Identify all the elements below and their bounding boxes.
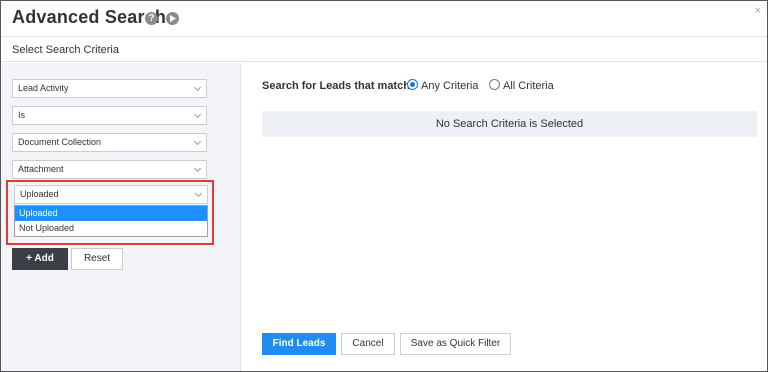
results-panel: Search for Leads that match Any Criteria… — [242, 63, 767, 371]
option-uploaded[interactable]: Uploaded — [15, 206, 207, 221]
dialog-header: Advanced Search ? × — [1, 1, 767, 37]
operator-select-value: Is — [18, 110, 26, 120]
all-criteria-label[interactable]: All Criteria — [503, 80, 554, 92]
highlight-box: Uploaded Uploaded Not Uploaded — [6, 180, 214, 245]
any-criteria-radio[interactable] — [407, 79, 418, 90]
chevron-down-icon — [193, 83, 202, 92]
help-icon[interactable]: ? — [145, 12, 158, 25]
operator-select[interactable]: Is — [12, 106, 207, 125]
chevron-down-icon — [194, 189, 203, 198]
activity-select[interactable]: Lead Activity — [12, 79, 207, 98]
value-select[interactable]: Uploaded — [14, 185, 208, 204]
subfield-select[interactable]: Attachment — [12, 160, 207, 179]
add-button[interactable]: + Add — [12, 248, 68, 270]
chevron-down-icon — [193, 110, 202, 119]
find-leads-button[interactable]: Find Leads — [262, 333, 336, 355]
value-select-value: Uploaded — [20, 189, 59, 199]
value-dropdown-list: Uploaded Not Uploaded — [14, 205, 208, 237]
dialog-subheader: Select Search Criteria — [1, 38, 767, 62]
play-icon[interactable] — [166, 12, 179, 25]
option-not-uploaded[interactable]: Not Uploaded — [15, 221, 207, 236]
subfield-select-value: Attachment — [18, 164, 64, 174]
field-select[interactable]: Document Collection — [12, 133, 207, 152]
all-criteria-radio[interactable] — [489, 79, 500, 90]
cancel-button[interactable]: Cancel — [341, 333, 395, 355]
empty-criteria-message: No Search Criteria is Selected — [262, 111, 757, 137]
chevron-down-icon — [193, 164, 202, 173]
activity-select-value: Lead Activity — [18, 83, 69, 93]
save-quick-filter-button[interactable]: Save as Quick Filter — [400, 333, 511, 355]
close-icon[interactable]: × — [755, 5, 761, 17]
dialog-title: Advanced Search — [12, 7, 167, 27]
reset-button[interactable]: Reset — [71, 248, 123, 270]
any-criteria-label[interactable]: Any Criteria — [421, 80, 478, 92]
field-select-value: Document Collection — [18, 137, 102, 147]
chevron-down-icon — [193, 137, 202, 146]
advanced-search-dialog: Advanced Search ? × Select Search Criter… — [0, 0, 768, 372]
dialog-subtitle: Select Search Criteria — [12, 44, 119, 56]
criteria-panel: Lead Activity Is Document Collection Att… — [1, 63, 241, 371]
match-label: Search for Leads that match — [262, 80, 410, 92]
